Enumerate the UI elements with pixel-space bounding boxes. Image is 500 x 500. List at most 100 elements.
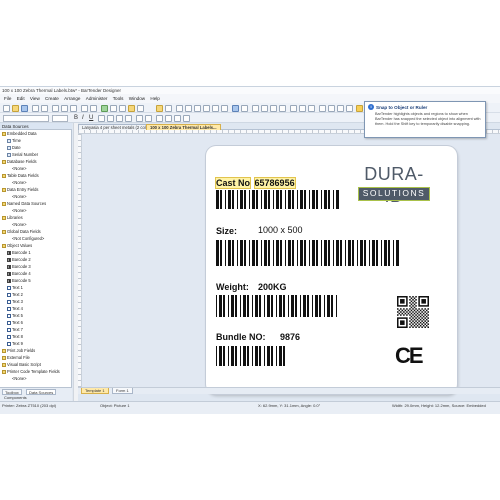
size-value[interactable]: 1000 x 500: [258, 225, 303, 235]
table-tool-icon[interactable]: [241, 104, 248, 112]
redo-icon[interactable]: [90, 104, 97, 112]
label-template[interactable]: Cast No 65786956 Size: 1000 x 500 Weight…: [206, 146, 457, 394]
select-arrow-icon[interactable]: [156, 104, 163, 112]
tree-node[interactable]: Visual Basic Script: [2, 362, 41, 367]
menu-create[interactable]: Create: [45, 94, 59, 103]
tree-node[interactable]: Text 8: [7, 334, 23, 339]
font-size-field[interactable]: [52, 114, 68, 122]
ce-mark[interactable]: CE: [395, 344, 425, 368]
menu-arrange[interactable]: Arrange: [64, 94, 80, 103]
zoom-out-icon[interactable]: [299, 104, 306, 112]
tree-node[interactable]: Text 6: [7, 320, 23, 325]
tree-node[interactable]: Print Job Fields: [2, 348, 35, 353]
tree-node[interactable]: <Not Configured>: [12, 236, 44, 241]
text-tool-alt-icon[interactable]: [165, 114, 172, 122]
weight-label[interactable]: Weight:: [216, 282, 249, 292]
zoom-in-icon[interactable]: [290, 104, 297, 112]
italic-icon[interactable]: I: [82, 113, 84, 123]
tree-node[interactable]: <None>: [12, 222, 27, 227]
order-icon[interactable]: [279, 104, 286, 112]
underline-icon[interactable]: U: [89, 113, 93, 123]
tree-node[interactable]: Time: [7, 138, 21, 143]
tree-node[interactable]: Text 2: [7, 292, 23, 297]
align-left-icon[interactable]: [98, 114, 105, 122]
tree-node[interactable]: Text 4: [7, 306, 23, 311]
new-icon[interactable]: [3, 104, 10, 112]
line-color-icon[interactable]: [156, 114, 163, 122]
tree-node[interactable]: Barcode 1: [7, 250, 31, 255]
tree-node[interactable]: <None>: [12, 166, 27, 171]
qr-code[interactable]: [397, 296, 429, 328]
tree-node[interactable]: Printer Code Template Fields: [2, 369, 60, 374]
database-icon[interactable]: [101, 104, 108, 112]
bundle-label[interactable]: Bundle NO:: [216, 332, 266, 342]
tree-node[interactable]: Text 7: [7, 327, 23, 332]
hand-icon[interactable]: [165, 104, 172, 112]
grid-icon[interactable]: [137, 104, 144, 112]
cast-no-value[interactable]: 65786956: [253, 177, 296, 189]
text-tool-icon[interactable]: [176, 104, 183, 112]
barcode-1[interactable]: [216, 190, 346, 209]
menu-file[interactable]: File: [4, 94, 11, 103]
flip-icon[interactable]: [328, 104, 335, 112]
word-wrap-icon[interactable]: [174, 114, 181, 122]
dura-id-logo[interactable]: DURA-ID SOLUTIONS: [358, 163, 430, 206]
layout-icon[interactable]: [119, 104, 126, 112]
tree-node[interactable]: Text 5: [7, 313, 23, 318]
zoom-fit-icon[interactable]: [308, 104, 315, 112]
bundle-value[interactable]: 9876: [280, 332, 300, 342]
open-icon[interactable]: [12, 104, 19, 112]
tree-node[interactable]: Global Data Fields: [2, 229, 41, 234]
tree-node[interactable]: Data Entry Fields: [2, 187, 38, 192]
menu-help[interactable]: Help: [150, 94, 159, 103]
tree-node[interactable]: Text 3: [7, 299, 23, 304]
tree-node[interactable]: Libraries: [2, 215, 23, 220]
paragraph-icon[interactable]: [183, 114, 190, 122]
barcode-4[interactable]: [216, 346, 292, 366]
tree-node[interactable]: Text 1: [7, 285, 23, 290]
bold-icon[interactable]: B: [74, 113, 78, 123]
cast-no-label[interactable]: Cast No: [214, 177, 252, 189]
tree-node[interactable]: <None>: [12, 376, 27, 381]
size-label[interactable]: Size:: [216, 226, 237, 236]
guides-icon[interactable]: [346, 104, 353, 112]
line-tool-icon[interactable]: [212, 104, 219, 112]
tree-node[interactable]: Barcode 4: [7, 271, 31, 276]
align-icon[interactable]: [252, 104, 259, 112]
barcode-tool-icon[interactable]: [185, 104, 192, 112]
picture-tool-icon[interactable]: [194, 104, 201, 112]
tree-node[interactable]: External File: [2, 355, 30, 360]
paste-icon[interactable]: [70, 104, 77, 112]
barcode-2[interactable]: [216, 240, 406, 266]
ruler-icon[interactable]: [337, 104, 344, 112]
menu-view[interactable]: View: [30, 94, 40, 103]
fill-color-icon[interactable]: [145, 114, 152, 122]
tree-node[interactable]: Barcode 3: [7, 264, 31, 269]
print-preview-icon[interactable]: [41, 104, 48, 112]
rfid-tool-icon[interactable]: [232, 104, 239, 112]
align-center-icon[interactable]: [107, 114, 114, 122]
snap-to-object-icon[interactable]: [356, 104, 363, 112]
circle-tool-icon[interactable]: [221, 104, 228, 112]
cut-icon[interactable]: [52, 104, 59, 112]
menu-window[interactable]: Window: [129, 94, 145, 103]
tree-node[interactable]: Serial Number: [7, 152, 38, 157]
justify-icon[interactable]: [125, 114, 132, 122]
tree-node[interactable]: Named Data Sources: [2, 201, 46, 206]
font-name-field[interactable]: [3, 114, 49, 122]
menu-tools[interactable]: Tools: [113, 94, 124, 103]
font-color-icon[interactable]: [136, 114, 143, 122]
copy-icon[interactable]: [61, 104, 68, 112]
tab-template-1[interactable]: Template 1: [81, 388, 109, 394]
tree-node[interactable]: Text 9: [7, 341, 23, 346]
design-canvas[interactable]: Cast No 65786956 Size: 1000 x 500 Weight…: [82, 134, 500, 394]
tree-node[interactable]: Barcode 5: [7, 278, 31, 283]
distribute-icon[interactable]: [261, 104, 268, 112]
shape-tool-icon[interactable]: [203, 104, 210, 112]
menu-administer[interactable]: Administer: [86, 94, 108, 103]
tree-node[interactable]: Embedded Data: [2, 131, 37, 136]
barcode-3[interactable]: [216, 295, 346, 317]
print-icon[interactable]: [32, 104, 39, 112]
menu-edit[interactable]: Edit: [17, 94, 25, 103]
tree-node[interactable]: <None>: [12, 180, 27, 185]
